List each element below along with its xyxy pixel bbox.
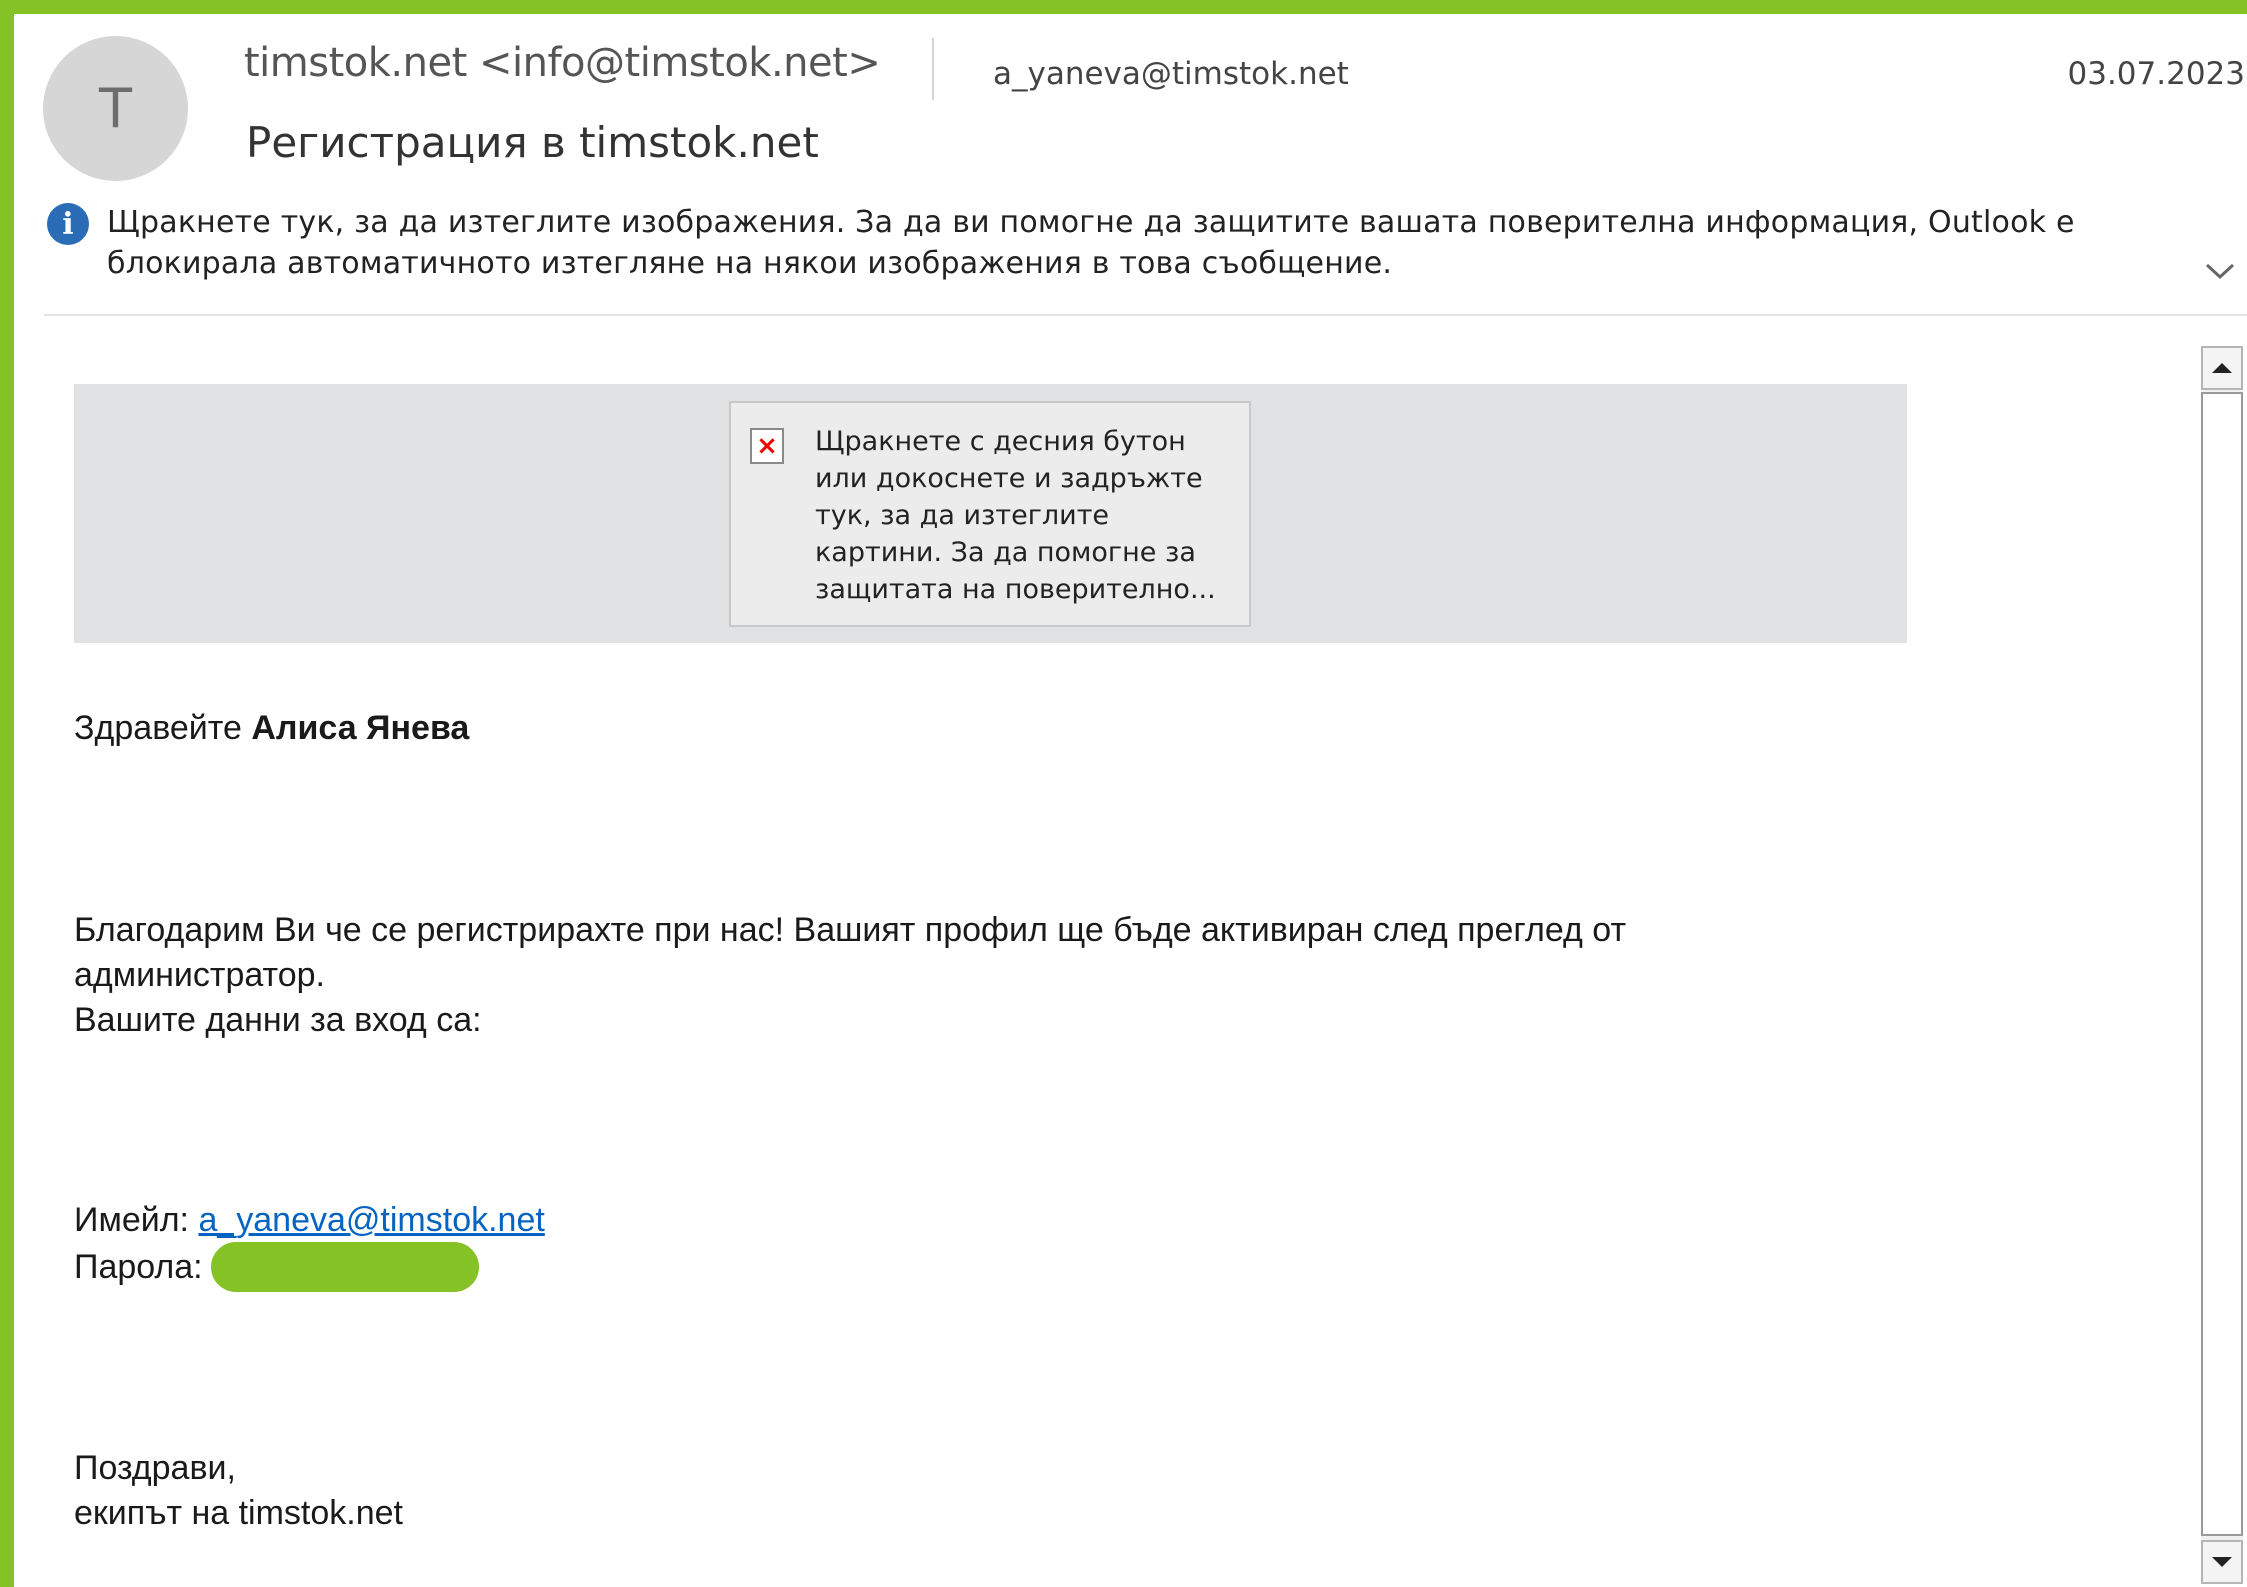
header-separator [44,314,2247,316]
login-intro: Вашите данни за вход са: [74,1001,482,1039]
info-icon: i [47,203,89,245]
download-images-infobar[interactable]: Щракнете тук, за да изтеглите изображени… [107,202,2127,284]
password-redaction [210,1242,479,1292]
closing-line: Поздрави, [74,1449,236,1487]
arrow-down-icon [2212,1557,2232,1567]
header-divider [932,38,934,100]
sender-address[interactable]: timstok.net <info@timstok.net> [244,40,881,86]
message-date: 03.07.2023 [2067,56,2246,92]
scroll-down-button[interactable] [2201,1540,2243,1584]
scroll-thumb[interactable] [2201,392,2243,1536]
scroll-up-button[interactable] [2201,346,2243,390]
sender-avatar[interactable]: T [43,36,188,181]
broken-image-icon: × [750,428,784,464]
greeting-prefix: Здравейте [74,709,242,747]
email-link[interactable]: a_yaneva@timstok.net [198,1201,544,1239]
message-subject: Регистрация в timstok.net [246,118,819,167]
frame-top-border [0,0,2247,14]
vertical-scrollbar[interactable] [2201,346,2243,1584]
password-label: Парола: [74,1247,203,1286]
frame-left-border [0,0,14,1587]
arrow-up-icon [2212,363,2232,373]
password-line: Парола: [74,1242,479,1294]
email-line: Имейл: a_yaneva@timstok.net [74,1198,545,1243]
chevron-down-icon[interactable] [2203,260,2237,282]
thanks-line-1: Благодарим Ви че се регистрирахте при на… [74,911,1627,949]
greeting-name: Алиса Янева [251,709,470,747]
greeting-line: Здравейте Алиса Янева [74,706,469,751]
recipient-address[interactable]: a_yaneva@timstok.net [993,56,1349,92]
email-label: Имейл: [74,1201,189,1239]
blocked-image-placeholder[interactable]: × Щракнете с десния бутон или докоснете … [729,401,1251,627]
thanks-line-2: администратор. [74,956,325,994]
blocked-image-text: Щракнете с десния бутон или докоснете и … [815,426,1216,605]
signature-line: екипът на timstok.net [74,1494,403,1532]
